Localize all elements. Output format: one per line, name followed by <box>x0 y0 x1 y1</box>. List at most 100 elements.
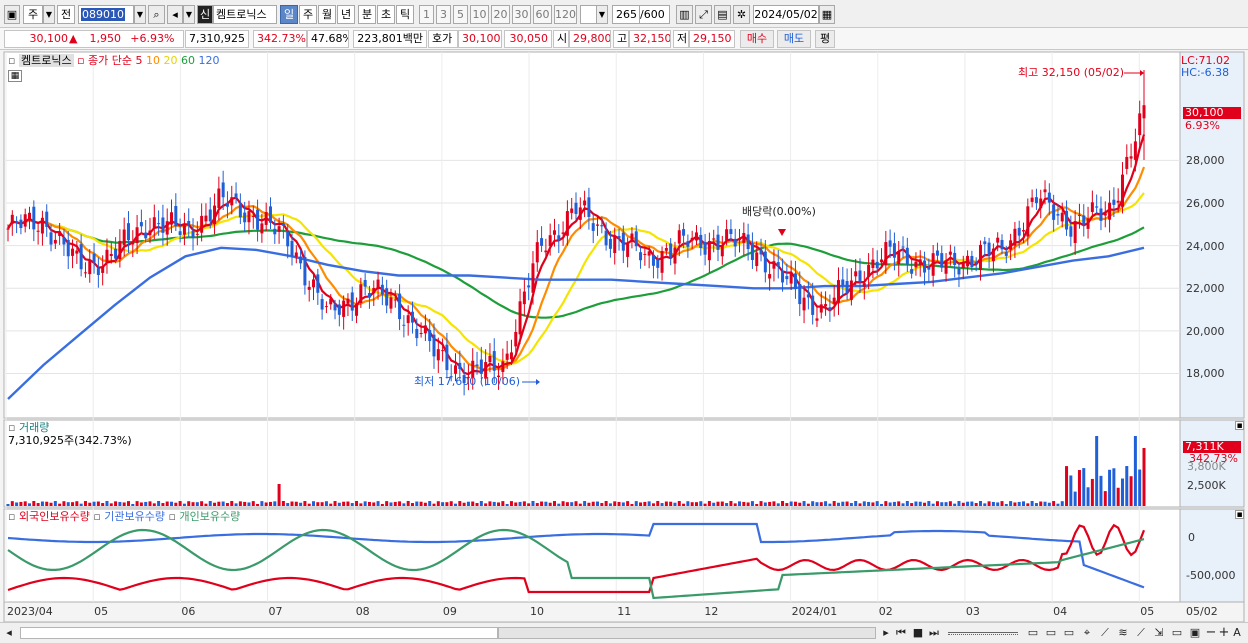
hc-label: HC:-6.38 <box>1181 66 1230 79</box>
prev-button[interactable]: 전 <box>57 5 75 24</box>
holdings-panel-close-icon[interactable]: ▪ <box>1235 510 1244 520</box>
trendline-icon[interactable]: ⟋ <box>1097 626 1113 641</box>
interval-button-5[interactable]: 5 <box>453 5 468 24</box>
volume-bar <box>991 501 995 506</box>
interval-button-120[interactable]: 120 <box>554 5 577 24</box>
low-box: 29,150 <box>689 30 735 48</box>
volume-bar <box>402 503 406 506</box>
buy-button[interactable]: 매수 <box>740 30 774 48</box>
interval-button-20[interactable]: 20 <box>491 5 510 24</box>
gear-icon[interactable]: ✲ <box>733 5 750 24</box>
horizontal-scrollbar[interactable] <box>20 627 498 639</box>
volume-bar <box>535 503 539 506</box>
price-change-pct: +6.93% <box>130 32 175 45</box>
period-button-week[interactable]: 주 <box>299 5 317 24</box>
period-button-day[interactable]: 일 <box>280 5 298 24</box>
window-icon[interactable]: ▣ <box>4 5 20 24</box>
price-tick-label: 18,000 <box>1186 367 1225 381</box>
interval-button-10[interactable]: 10 <box>470 5 489 24</box>
sell-button[interactable]: 매도 <box>777 30 811 48</box>
zoom-out-icon[interactable]: − <box>1205 626 1217 641</box>
interval-button-3[interactable]: 3 <box>436 5 451 24</box>
data-table-icon[interactable]: ▦ <box>8 70 22 82</box>
candle-body <box>996 237 1000 243</box>
rewind-icon[interactable]: ⏮ <box>894 626 908 641</box>
period-button-year[interactable]: 년 <box>337 5 355 24</box>
text-tool-icon[interactable]: A <box>1231 626 1243 641</box>
candle-body <box>380 284 384 295</box>
fit-icon[interactable]: ▣ <box>1187 626 1203 641</box>
calendar-icon[interactable]: ▦ <box>819 5 835 24</box>
volume-bar <box>686 501 690 506</box>
crosshair-icon[interactable]: ⌖ <box>1079 626 1095 641</box>
date-input[interactable]: 2024/05/02 <box>753 5 819 24</box>
scroll-right-icon[interactable]: ▸ <box>880 626 892 641</box>
speaker-icon[interactable]: ◂ <box>167 5 183 24</box>
interval-button-30[interactable]: 30 <box>512 5 531 24</box>
candle-body <box>273 228 277 235</box>
volume-bar <box>454 503 458 506</box>
volume-bar <box>720 501 724 506</box>
scroll-left-icon[interactable]: ◂ <box>4 626 14 641</box>
volume-bar <box>484 503 488 506</box>
volume-bar <box>634 501 638 506</box>
bar-count-input[interactable]: 265 <box>612 5 640 24</box>
layout-icon-1[interactable]: ▭ <box>1025 626 1041 641</box>
candle-body <box>1086 218 1090 229</box>
screenshot-icon[interactable]: ▭ <box>1169 626 1185 641</box>
period-button-tick[interactable]: 틱 <box>396 5 414 24</box>
stock-code-input[interactable]: 089010 <box>78 5 134 24</box>
candle-body <box>849 280 853 300</box>
candle-body <box>372 287 376 294</box>
period-label: 분 <box>361 8 373 21</box>
market-select[interactable]: 주 <box>23 5 43 24</box>
stop-icon[interactable]: ■ <box>911 626 925 641</box>
ruler-icon[interactable]: ⟋ <box>1133 626 1149 641</box>
eval-button[interactable]: 평 <box>815 30 835 48</box>
candle-body <box>1133 141 1137 160</box>
candle-body <box>819 304 823 313</box>
candle-body <box>509 352 513 360</box>
interval-button-1[interactable]: 1 <box>419 5 434 24</box>
candle-body <box>247 211 251 223</box>
zoom-slider[interactable] <box>948 632 1018 635</box>
fast-forward-icon[interactable]: ⏭ <box>927 626 941 641</box>
period-button-month[interactable]: 월 <box>318 5 336 24</box>
current-price: 30,100 <box>29 32 69 45</box>
eval-label: 평 <box>819 32 831 45</box>
market-dropdown-icon[interactable]: ▼ <box>43 5 55 24</box>
period-button-second[interactable]: 초 <box>377 5 395 24</box>
volume-panel-close-icon[interactable]: ▪ <box>1235 421 1244 431</box>
code-dropdown-icon[interactable]: ▼ <box>134 5 146 24</box>
range-icon[interactable]: ⇲ <box>1151 626 1167 641</box>
interval-dropdown-icon[interactable]: ▼ <box>596 5 608 24</box>
speaker-dropdown-icon[interactable]: ▼ <box>183 5 195 24</box>
chart-canvas[interactable] <box>0 50 1248 622</box>
low-label: 저 <box>677 32 688 45</box>
volume-title: 거래량 <box>18 421 50 434</box>
save-icon[interactable]: ▤ <box>714 5 731 24</box>
volume-bar <box>75 501 79 506</box>
quote1: 30,100 <box>462 32 501 45</box>
search-icon[interactable]: ⌕ <box>148 5 165 24</box>
chart-area[interactable]: ▫ 켐트로닉스 ▫ 종가 단순 5 10 20 60 120 ▦ LC:71.0… <box>0 50 1248 622</box>
layout-icon-3[interactable]: ▭ <box>1061 626 1077 641</box>
period-button-minute[interactable]: 분 <box>358 5 376 24</box>
volume-bar <box>552 501 556 506</box>
candle-body <box>527 285 531 288</box>
candle-body <box>1095 206 1099 208</box>
price-tick-label: 26,000 <box>1186 197 1225 211</box>
buy-label: 매수 <box>746 32 768 45</box>
line-tool-icon[interactable]: ⤢ <box>695 5 712 24</box>
zoom-in-icon[interactable]: + <box>1218 626 1230 641</box>
volume-bar <box>531 501 535 506</box>
interval-button-60[interactable]: 60 <box>533 5 552 24</box>
sell-label: 매도 <box>783 32 805 45</box>
candle-type-icon[interactable]: ▥ <box>676 5 693 24</box>
layout-icon-2[interactable]: ▭ <box>1043 626 1059 641</box>
period-label: 초 <box>380 8 392 21</box>
volume-bar <box>281 501 285 506</box>
fibonacci-icon[interactable]: ≋ <box>1115 626 1131 641</box>
volume-bar <box>841 501 845 506</box>
scrollbar-thumb[interactable] <box>498 627 876 639</box>
